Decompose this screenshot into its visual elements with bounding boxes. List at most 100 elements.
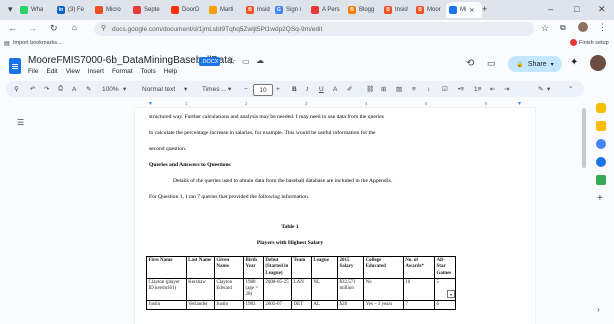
close-icon[interactable]: ✕ [469,7,474,14]
back-icon[interactable]: ← [8,23,17,33]
search-icon[interactable]: ⚲ [14,81,19,97]
right-indent-marker[interactable]: ▾ [518,100,521,107]
table-cell[interactable]: Verlander [185,299,215,310]
ruler[interactable]: ▾ 1 2 3 4 5 6 ▾ [135,100,535,108]
table-cell[interactable]: AL [310,299,338,310]
browser-tab[interactable]: DoorD [171,2,199,18]
table-cell-menu-icon[interactable]: ▾ [447,290,455,298]
editing-mode-icon[interactable]: ✎ [538,81,543,97]
bold-icon[interactable]: B [292,81,297,97]
browser-tab[interactable]: B Insid [246,2,270,18]
paint-format-icon[interactable]: ✎ [86,81,91,97]
increase-indent-icon[interactable]: ⇥ [504,81,509,97]
more-menu-icon[interactable]: ⋮ [598,22,607,33]
menu-format[interactable]: Format [112,68,133,75]
browser-tab[interactable]: Marti [209,2,233,18]
table-cell[interactable]: 2008-05-25 [262,277,293,301]
maps-icon[interactable] [596,175,606,185]
underline-icon[interactable]: U [319,81,324,97]
menu-view[interactable]: View [66,68,80,75]
left-indent-marker[interactable]: ▾ [149,100,152,107]
history-icon[interactable]: ⟲ [466,58,474,69]
forward-icon[interactable]: → [28,23,37,33]
document-page[interactable]: structured way. Further calculations and… [135,108,535,324]
zoom-select[interactable]: 100% [102,81,119,97]
address-bar[interactable]: ⚲ docs.google.com/document/d/1jmLsbt9Tqh… [94,22,534,36]
table-cell[interactable]: LAN [291,277,312,301]
browser-tab[interactable]: B Blogg [348,2,374,18]
decrease-indent-icon[interactable]: ⇤ [490,81,495,97]
table-cell[interactable]: 1988 (age = 28) [243,277,264,301]
print-icon[interactable]: ⎙ [58,81,63,97]
browser-tab[interactable]: Micro [95,2,121,18]
font-size-input[interactable]: 10 [253,84,273,96]
import-bookmarks-link[interactable]: Import bookmarks... [13,40,62,46]
collapse-toolbar-icon[interactable]: ⌃ [568,81,573,97]
table-cell[interactable]: 10 [402,277,436,301]
table-cell[interactable]: $32.571 million [336,277,365,301]
undo-icon[interactable]: ↶ [30,81,35,97]
menu-insert[interactable]: Insert [88,68,104,75]
add-comment-icon[interactable]: ⊞ [381,81,386,97]
docs-logo-icon[interactable] [9,58,21,74]
browser-tab[interactable]: Septe [133,2,160,18]
browser-tab[interactable]: G Sign i [275,2,301,18]
table-cell[interactable]: Justin [213,299,245,310]
bookmark-star-icon[interactable]: ☆ [541,23,549,34]
scrollbar[interactable] [582,108,586,168]
table-cell[interactable]: 2005-07 [262,299,293,310]
keep-icon[interactable] [596,121,606,131]
table-cell[interactable]: Clayton (player ID kershcl01) [146,277,187,301]
tab-list-icon[interactable]: ▾ [8,4,13,15]
image-icon[interactable]: ▨ [396,81,402,97]
table-cell[interactable]: 1983 [243,299,264,310]
contacts-icon[interactable] [596,157,606,167]
table-cell[interactable]: DET [291,299,312,310]
extensions-icon[interactable]: ⧉ [560,23,566,33]
reload-icon[interactable]: ↻ [50,23,58,34]
menu-file[interactable]: File [28,68,38,75]
highlight-icon[interactable]: ✐ [347,81,352,97]
browser-tab-active[interactable]: Mi ✕ [446,2,482,18]
checklist-icon[interactable]: ☑ [442,81,448,97]
link-icon[interactable]: ⛓ [366,81,374,97]
table-cell[interactable]: Clayton Edward [213,277,245,301]
profile-avatar[interactable] [578,22,588,32]
new-tab-icon[interactable]: + [482,4,487,14]
tasks-icon[interactable] [596,139,606,149]
hide-panel-icon[interactable]: › [597,305,600,314]
browser-tab[interactable]: Wha [20,2,43,18]
table-cell[interactable]: Yes – 3 years [363,299,404,310]
menu-help[interactable]: Help [164,68,177,75]
table-cell[interactable]: No [363,277,404,301]
table-cell[interactable]: Kershaw [185,277,215,301]
align-icon[interactable]: ≡ [412,81,416,97]
finish-setup-link[interactable]: Finish setup [579,40,609,46]
style-select[interactable]: Normal text [142,81,175,97]
comment-icon[interactable]: ▭ [487,58,496,69]
increase-font-button[interactable]: + [276,81,280,97]
browser-tab[interactable]: in (3) Fe [57,2,84,18]
move-folder-icon[interactable]: ▭ [242,57,250,66]
minimize-icon[interactable]: – [548,4,553,14]
table-cell[interactable]: NL [310,277,338,301]
italic-icon[interactable]: I [306,81,308,97]
document-outline-icon[interactable]: ☰ [17,118,29,128]
browser-tab[interactable]: B Moor [416,2,441,18]
browser-tab[interactable]: B Insid [384,2,408,18]
spellcheck-icon[interactable]: A [72,81,76,97]
decrease-font-button[interactable]: − [244,81,248,97]
calendar-icon[interactable] [596,103,606,113]
browser-tab[interactable]: A Pers [311,2,340,18]
share-button[interactable]: 🔒 Share ▾ [508,56,562,72]
font-select[interactable]: Times ... [202,81,227,97]
table-cell[interactable]: 7 [402,299,436,310]
table-cell[interactable]: 6 [434,299,456,310]
table-cell[interactable]: $28 [336,299,365,310]
text-color-icon[interactable]: A [333,81,337,97]
gemini-icon[interactable]: ✦ [570,57,578,68]
site-info-icon[interactable]: ⚲ [101,24,106,32]
numbered-list-icon[interactable]: 1≡ [474,81,481,97]
menu-tools[interactable]: Tools [141,68,156,75]
maximize-icon[interactable]: □ [574,4,579,14]
